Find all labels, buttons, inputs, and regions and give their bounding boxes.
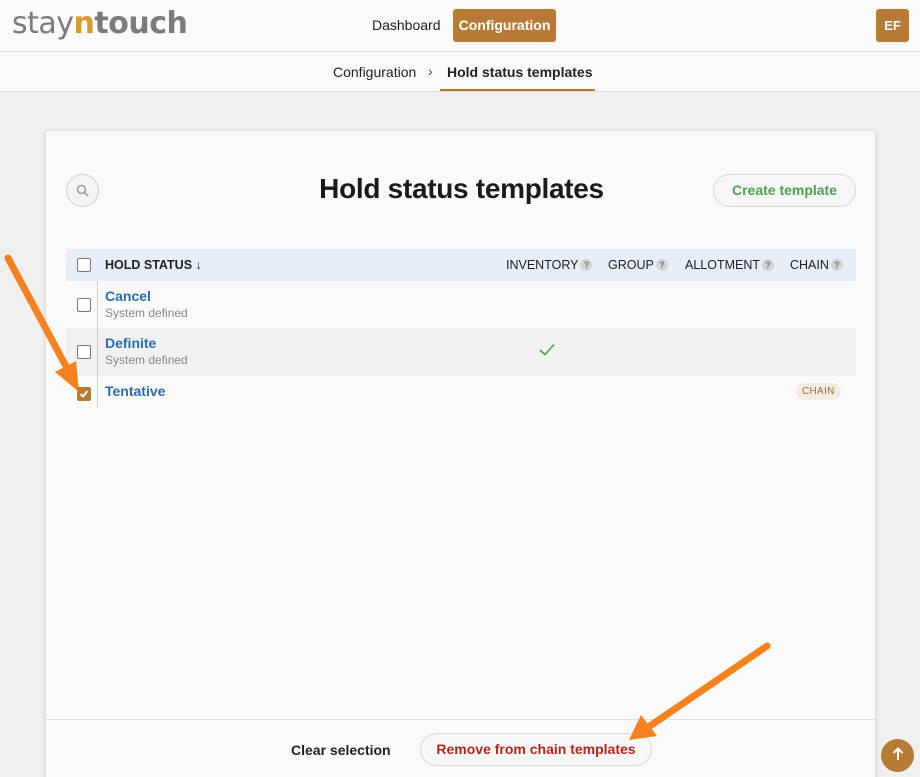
row-subtitle: System defined (105, 306, 188, 320)
column-chain: CHAIN? (790, 258, 843, 272)
nav-configuration-link[interactable]: Configuration (453, 9, 556, 42)
breadcrumb-active-underline (440, 89, 595, 91)
help-icon[interactable]: ? (580, 259, 593, 271)
column-inventory-label: INVENTORY (506, 258, 579, 272)
column-inventory: INVENTORY? (506, 258, 593, 272)
remove-from-chain-templates-button[interactable]: Remove from chain templates (420, 733, 652, 766)
column-hold-status[interactable]: HOLD STATUS ↓ (105, 258, 202, 272)
row-title-link[interactable]: Definite (105, 335, 156, 351)
breadcrumb-separator: › (428, 63, 433, 79)
row-checkbox-checked[interactable] (77, 387, 91, 401)
help-icon[interactable]: ? (830, 259, 843, 271)
column-chain-label: CHAIN (790, 258, 829, 272)
breadcrumb-configuration[interactable]: Configuration (333, 64, 416, 80)
logo-text-touch: touch (94, 6, 188, 41)
table-row[interactable]: Definite System defined (66, 328, 856, 376)
clear-selection-button[interactable]: Clear selection (291, 742, 391, 758)
top-navigation-bar: stayntouch Dashboard Configuration EF (0, 0, 920, 52)
select-all-checkbox[interactable] (77, 258, 91, 272)
row-selection-divider (97, 281, 98, 407)
column-allotment: ALLOTMENT? (685, 258, 775, 272)
breadcrumb: Configuration › Hold status templates (0, 52, 920, 92)
help-icon[interactable]: ? (655, 259, 668, 271)
row-subtitle: System defined (105, 353, 188, 367)
row-checkbox[interactable] (77, 298, 91, 312)
breadcrumb-current: Hold status templates (447, 64, 593, 80)
stayntouch-logo[interactable]: stayntouch (12, 6, 188, 41)
inventory-check-icon (539, 343, 555, 356)
create-template-button[interactable]: Create template (713, 174, 856, 207)
arrow-up-icon (892, 747, 903, 760)
scroll-to-top-button[interactable] (881, 739, 914, 772)
checkmark-icon (79, 390, 89, 398)
user-avatar[interactable]: EF (876, 9, 909, 42)
table-row[interactable]: Tentative CHAIN (66, 375, 856, 411)
templates-card: Hold status templates Create template HO… (45, 130, 877, 777)
table-header: HOLD STATUS ↓ INVENTORY? GROUP? ALLOTMEN… (66, 249, 856, 281)
column-hold-status-label: HOLD STATUS (105, 258, 193, 272)
column-group: GROUP? (608, 258, 668, 272)
chain-badge: CHAIN (796, 383, 841, 400)
table-row[interactable]: Cancel System defined (66, 281, 856, 329)
row-checkbox[interactable] (77, 345, 91, 359)
sort-arrow-icon: ↓ (195, 258, 202, 272)
logo-text-n: n (73, 6, 95, 41)
row-title-link[interactable]: Tentative (105, 383, 165, 399)
footer-divider (46, 719, 877, 720)
help-icon[interactable]: ? (762, 259, 775, 271)
nav-dashboard-link[interactable]: Dashboard (364, 9, 449, 42)
column-group-label: GROUP (608, 258, 654, 272)
row-title-link[interactable]: Cancel (105, 288, 151, 304)
logo-text-stay: stay (12, 6, 74, 41)
column-allotment-label: ALLOTMENT (685, 258, 761, 272)
